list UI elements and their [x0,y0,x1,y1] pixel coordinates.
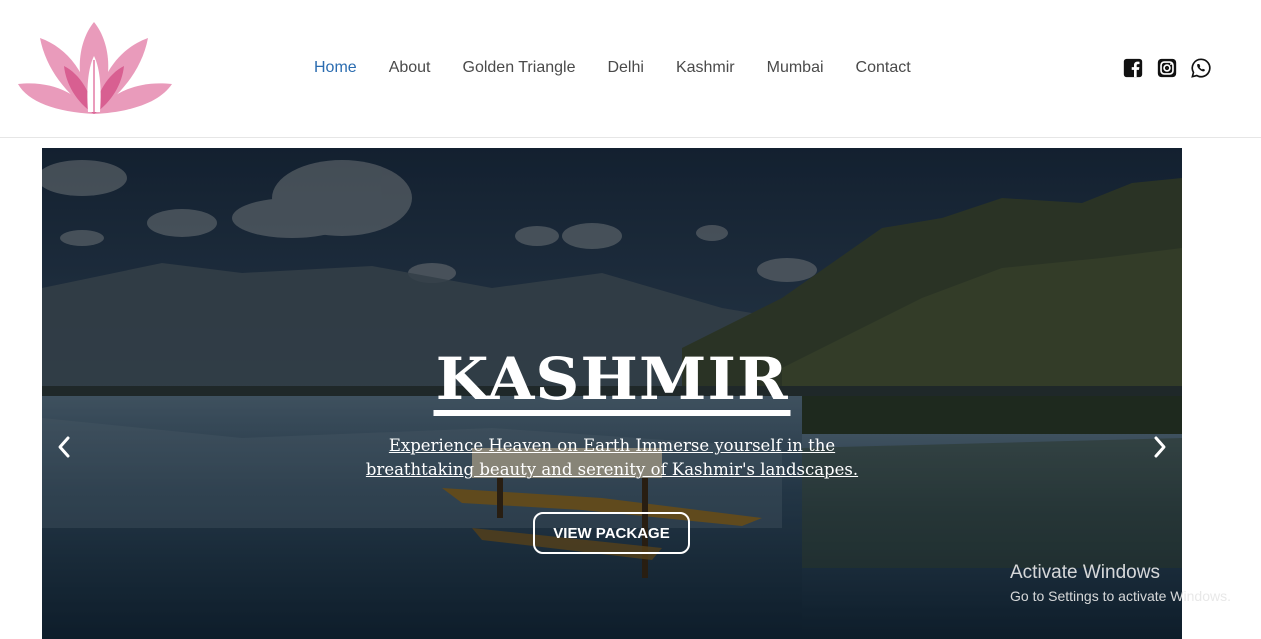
main-nav: Home About Golden Triangle Delhi Kashmir… [314,56,943,80]
social-links [1122,57,1212,79]
facebook-icon [1123,58,1143,78]
nav-kashmir[interactable]: Kashmir [676,59,735,77]
carousel-next-button[interactable] [1150,434,1170,460]
instagram-link[interactable] [1156,57,1178,79]
activate-windows-watermark: Activate Windows Go to Settings to activ… [1010,561,1231,607]
carousel-prev-button[interactable] [54,434,74,460]
watermark-title: Activate Windows [1010,562,1160,583]
hero-title-text: KASHMIR [433,350,791,416]
watermark-subtitle: Go to Settings to activate Windows. [1010,588,1231,604]
chevron-left-icon [58,436,70,458]
nav-about[interactable]: About [389,59,431,77]
view-package-button[interactable]: VIEW PACKAGE [533,512,690,554]
instagram-icon [1157,58,1177,78]
nav-delhi[interactable]: Delhi [607,59,643,77]
nav-home[interactable]: Home [314,59,357,77]
facebook-link[interactable] [1122,57,1144,79]
nav-contact[interactable]: Contact [856,59,911,77]
nav-mumbai[interactable]: Mumbai [767,59,824,77]
hero-subtitle: Experience Heaven on Earth Immerse yours… [365,436,859,479]
hero-title: KASHMIR [42,350,1182,416]
whatsapp-link[interactable] [1190,57,1212,79]
nav-golden-triangle[interactable]: Golden Triangle [463,59,576,77]
chevron-right-icon [1154,436,1166,458]
site-logo[interactable] [16,14,176,118]
lotus-logo-icon [18,22,172,114]
whatsapp-icon [1191,58,1211,78]
site-header: Home About Golden Triangle Delhi Kashmir… [0,0,1261,138]
